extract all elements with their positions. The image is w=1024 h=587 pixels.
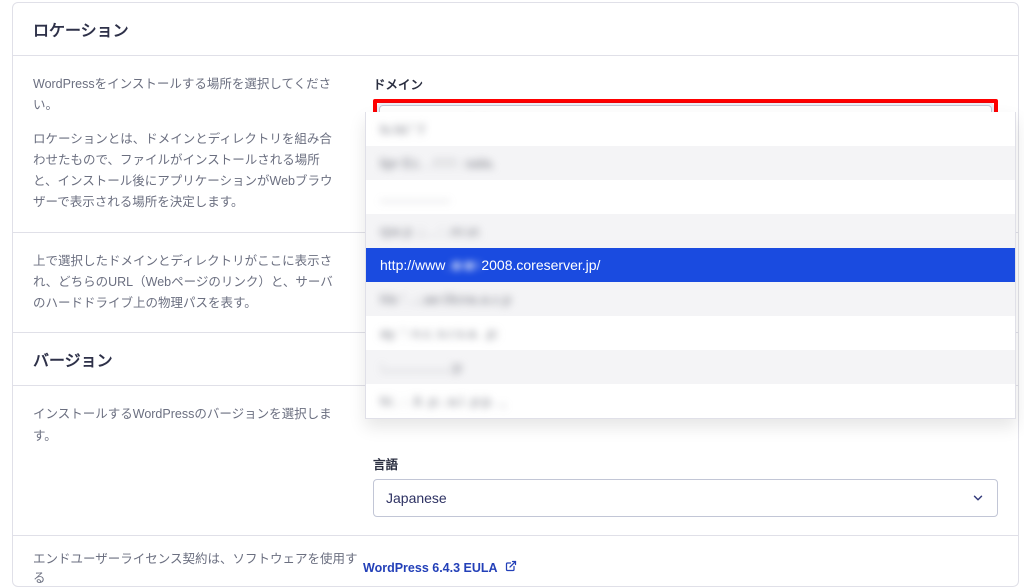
location-lead: WordPressをインストールする場所を選択してください。 <box>33 74 343 117</box>
domain-option-prefix: http://www <box>380 257 445 273</box>
location-heading: ロケーション <box>13 3 1018 56</box>
domain-option-blurred: . ■ ■= <box>445 257 482 273</box>
domain-option[interactable]: .................. <box>366 180 1015 214</box>
version-description: インストールするWordPressのバージョンを選択します。 <box>13 386 363 535</box>
eula-link-wrap: WordPress 6.4.3 EULA <box>363 560 517 575</box>
location-right: ドメイン http://www.pla.larv2008.coreserver.… <box>363 56 1018 232</box>
location-description: ロケーションとは、ドメインとディレクトリを組み合わせたもので、ファイルがインスト… <box>33 129 343 214</box>
language-field-label: 言語 <box>373 454 998 473</box>
domain-dropdown: ls.lsl.".f lipr Ec. . ! ! ! : sala. ....… <box>365 112 1016 419</box>
eula-row: エンドユーザーライセンス契約は、ソフトウェアを使用する WordPress 6.… <box>13 536 1018 586</box>
domain-option-suffix: 2008.coreserver.jp/ <box>481 257 600 273</box>
domain-option[interactable]: rpa p .:. . : .nr.ur. <box>366 214 1015 248</box>
external-link-icon <box>505 560 517 572</box>
language-select-value: Japanese <box>386 490 447 506</box>
language-select[interactable]: Japanese <box>373 479 998 517</box>
domain-field-label: ドメイン <box>373 74 998 93</box>
domain-option[interactable]: :.................:p <box>366 350 1015 384</box>
domain-option-selected[interactable]: http://www. ■ ■=2008.coreserver.jp/ <box>366 248 1015 282</box>
location-note: 上で選択したドメインとディレクトリがここに表示され、どちらのURL（Webページ… <box>13 233 363 333</box>
chevron-down-icon <box>971 491 985 505</box>
domain-option[interactable]: hls '. .:.ae:0lcna.a.c.p <box>366 282 1015 316</box>
domain-option[interactable]: hi:. : .lt. p:.:a.l. p:p. ., <box>366 384 1015 418</box>
location-left-text: WordPressをインストールする場所を選択してください。 ロケーションとは、… <box>13 56 363 232</box>
eula-link[interactable]: WordPress 6.4.3 EULA <box>363 561 498 575</box>
domain-option[interactable]: lipr Ec. . ! ! ! : sala. <box>366 146 1015 180</box>
install-config-panel: ロケーション WordPressをインストールする場所を選択してください。 ロケ… <box>12 2 1019 587</box>
domain-option[interactable]: ls.lsl.".f <box>366 112 1015 146</box>
domain-option[interactable]: ay. ': n.c.:s.r.s.a. .p: <box>366 316 1015 350</box>
eula-note: エンドユーザーライセンス契約は、ソフトウェアを使用する <box>33 548 363 586</box>
location-row: WordPressをインストールする場所を選択してください。 ロケーションとは、… <box>13 56 1018 233</box>
